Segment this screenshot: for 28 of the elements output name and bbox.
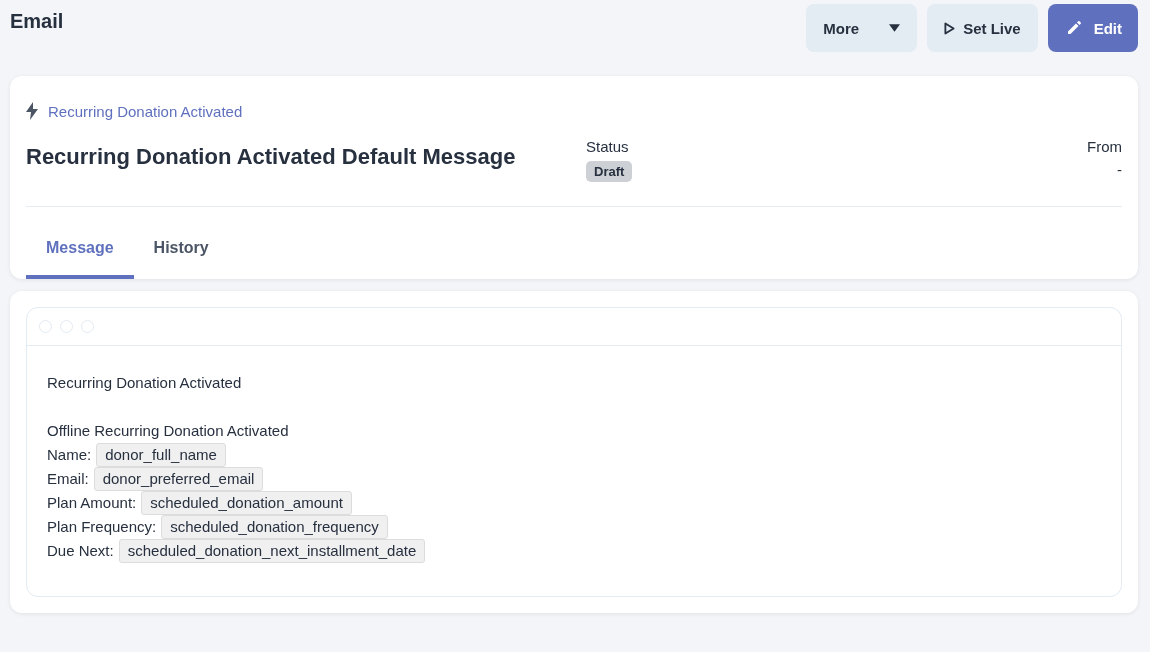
set-live-button[interactable]: Set Live (927, 4, 1038, 52)
field-label: Due Next: (47, 541, 114, 561)
page-title: Email (10, 10, 64, 33)
field-label: Name: (47, 445, 92, 465)
merge-tag: donor_full_name (96, 443, 226, 467)
merge-tag: donor_preferred_email (93, 467, 264, 491)
from-value: - (1117, 161, 1122, 178)
merge-tag: scheduled_donation_next_installment_date (118, 539, 426, 563)
lightning-icon (26, 102, 38, 120)
pencil-icon (1065, 20, 1082, 36)
trigger-label: Recurring Donation Activated (48, 102, 243, 120)
status-badge: Draft (586, 161, 633, 182)
caret-icon (889, 24, 901, 32)
tab[interactable]: Message (26, 225, 134, 279)
merge-tag: scheduled_donation_amount (141, 491, 352, 515)
play-icon (944, 21, 956, 35)
merge-tag: scheduled_donation_frequency (161, 515, 388, 539)
field-label: Email: (47, 469, 89, 489)
message-title: Recurring Donation Activated Default Message (26, 144, 517, 170)
field-label: Plan Frequency: (47, 517, 157, 537)
tab[interactable]: History (133, 225, 229, 279)
message-text: Recurring Donation Activated (47, 373, 243, 393)
edit-button[interactable]: Edit (1047, 4, 1138, 52)
status-label: Status (586, 138, 629, 155)
from-label: From (1087, 138, 1122, 155)
field-label: Plan Amount: (47, 493, 137, 513)
more-button[interactable]: More (806, 4, 918, 52)
message-text: Offline Recurring Donation Activated (47, 421, 290, 441)
